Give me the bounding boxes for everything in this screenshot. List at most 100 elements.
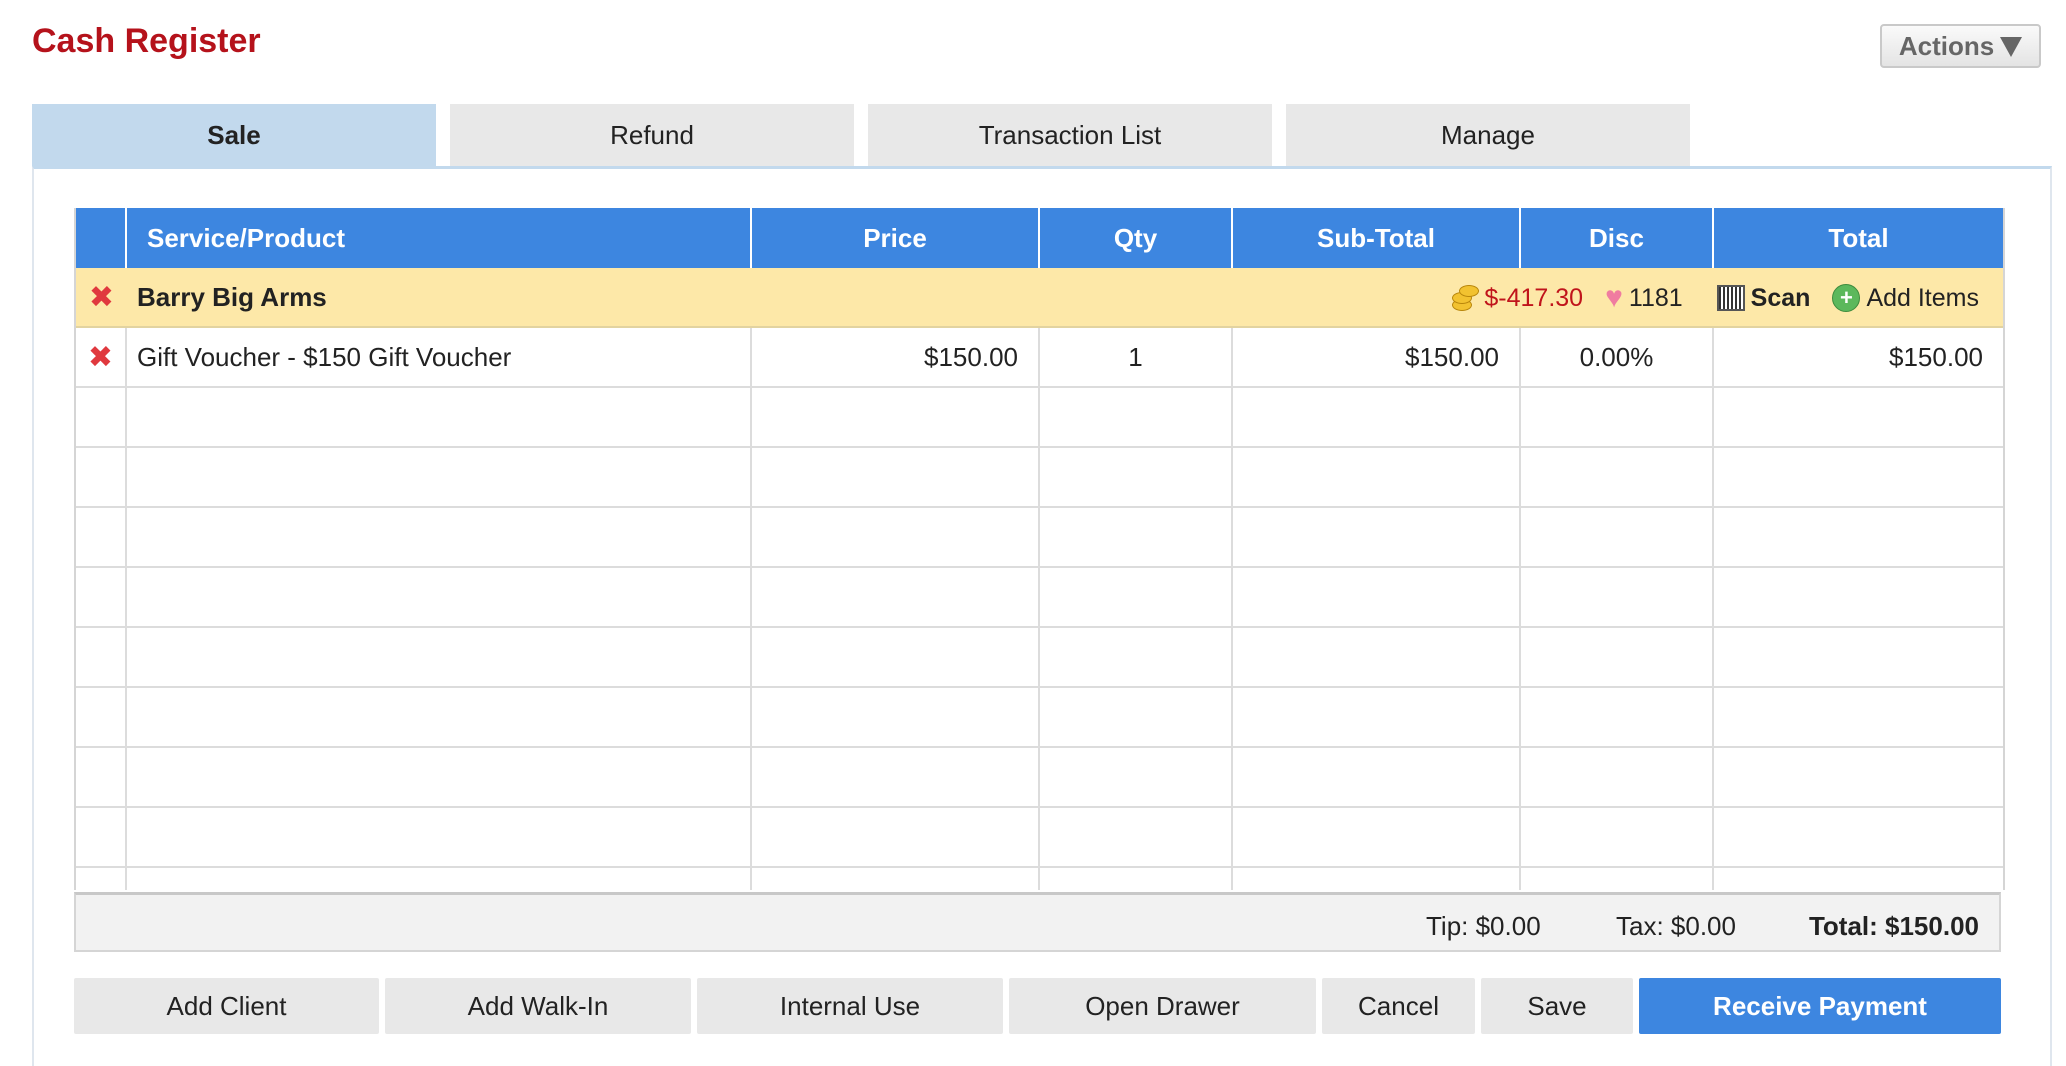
empty-cell xyxy=(127,628,752,686)
empty-cell xyxy=(1040,448,1233,506)
coins-icon xyxy=(1450,283,1480,313)
empty-cell xyxy=(1040,628,1233,686)
empty-cell xyxy=(127,868,752,890)
empty-cell xyxy=(1521,448,1714,506)
receive-payment-button[interactable]: Receive Payment xyxy=(1639,978,2001,1034)
empty-cell xyxy=(752,508,1040,566)
empty-cell xyxy=(127,388,752,446)
empty-cell xyxy=(127,448,752,506)
empty-cell xyxy=(76,808,127,866)
empty-cell xyxy=(1040,868,1233,890)
empty-cell xyxy=(1521,568,1714,626)
client-row: ✖ Barry Big Arms $-417.30 ♥ 1181 Scan + … xyxy=(76,268,2003,328)
empty-cell xyxy=(1714,508,2003,566)
empty-table-row xyxy=(76,748,2003,808)
scan-label: Scan xyxy=(1750,283,1811,312)
client-name[interactable]: Barry Big Arms xyxy=(127,282,327,313)
empty-table-row xyxy=(76,568,2003,628)
empty-cell xyxy=(76,628,127,686)
empty-cell xyxy=(752,688,1040,746)
actions-button[interactable]: Actions xyxy=(1880,24,2041,68)
actions-label: Actions xyxy=(1898,30,1995,61)
empty-cell xyxy=(76,868,127,890)
empty-cell xyxy=(1040,688,1233,746)
empty-table-row xyxy=(76,508,2003,568)
save-button[interactable]: Save xyxy=(1481,978,1633,1034)
tip-total: Tip: $0.00 xyxy=(1426,911,1541,941)
empty-cell xyxy=(752,808,1040,866)
empty-cell xyxy=(76,388,127,446)
empty-cell xyxy=(1521,508,1714,566)
scan-button[interactable]: Scan xyxy=(1716,283,1811,313)
empty-cell xyxy=(1714,808,2003,866)
empty-cell xyxy=(1233,448,1521,506)
client-balance[interactable]: $-417.30 xyxy=(1450,283,1583,313)
empty-table-row xyxy=(76,688,2003,748)
grand-total: Total: $150.00 xyxy=(1808,911,1979,941)
empty-cell xyxy=(1040,388,1233,446)
empty-cell xyxy=(1233,508,1521,566)
page-title: Cash Register xyxy=(32,22,261,60)
empty-cell xyxy=(1040,808,1233,866)
empty-cell xyxy=(1233,748,1521,806)
header-price: Price xyxy=(752,208,1040,268)
empty-cell xyxy=(76,688,127,746)
add-client-button[interactable]: Add Client xyxy=(74,978,379,1034)
header-total: Total xyxy=(1828,222,1889,253)
client-points[interactable]: ♥ 1181 xyxy=(1605,283,1683,313)
empty-cell xyxy=(752,748,1040,806)
empty-cell xyxy=(1521,808,1714,866)
internal-use-button[interactable]: Internal Use xyxy=(697,978,1003,1034)
empty-table-row xyxy=(76,388,2003,448)
balance-value: $-417.30 xyxy=(1484,283,1584,312)
empty-cell xyxy=(752,568,1040,626)
open-drawer-button[interactable]: Open Drawer xyxy=(1009,978,1316,1034)
empty-cell xyxy=(1521,388,1714,446)
remove-client-icon[interactable]: ✖ xyxy=(76,280,127,315)
tab-manage[interactable]: Manage xyxy=(1286,104,1690,166)
header-subtotal: Sub-Total xyxy=(1233,208,1521,268)
empty-cell xyxy=(127,568,752,626)
table-row: ✖ Gift Voucher - $150 Gift Voucher $150.… xyxy=(76,328,2003,388)
item-product[interactable]: Gift Voucher - $150 Gift Voucher xyxy=(127,328,752,386)
heart-icon: ♥ xyxy=(1605,281,1623,314)
header-remove-col xyxy=(76,208,127,268)
empty-cell xyxy=(1714,868,2003,890)
remove-item-icon[interactable]: ✖ xyxy=(76,328,127,386)
empty-cell xyxy=(127,688,752,746)
empty-cell xyxy=(127,808,752,866)
tab-sale[interactable]: Sale xyxy=(32,104,436,166)
totals-bar: Tip: $0.00 Tax: $0.00 Total: $150.00 xyxy=(74,892,2001,952)
add-items-button[interactable]: + Add Items xyxy=(1832,284,1979,313)
empty-cell xyxy=(127,508,752,566)
item-price[interactable]: $150.00 xyxy=(752,328,1040,386)
cancel-button[interactable]: Cancel xyxy=(1322,978,1475,1034)
empty-cell xyxy=(1233,568,1521,626)
table-header: Service/Product Price Qty Sub-Total Disc… xyxy=(76,208,2003,268)
empty-cell xyxy=(1521,748,1714,806)
tab-refund[interactable]: Refund xyxy=(450,104,854,166)
empty-cell xyxy=(1233,628,1521,686)
empty-cell xyxy=(1521,628,1714,686)
add-walkin-button[interactable]: Add Walk-In xyxy=(385,978,691,1034)
empty-table-row xyxy=(76,808,2003,868)
empty-cell xyxy=(1714,568,2003,626)
item-disc[interactable]: 0.00% xyxy=(1521,328,1714,386)
item-total: $150.00 xyxy=(1889,341,1983,372)
empty-cell xyxy=(1521,688,1714,746)
empty-cell xyxy=(752,448,1040,506)
item-subtotal: $150.00 xyxy=(1233,328,1521,386)
tab-transaction-list[interactable]: Transaction List xyxy=(868,104,1272,166)
plus-circle-icon: + xyxy=(1832,284,1861,312)
empty-cell xyxy=(752,868,1040,890)
add-items-label: Add Items xyxy=(1866,283,1979,312)
empty-cell xyxy=(752,628,1040,686)
empty-table-row xyxy=(76,628,2003,688)
empty-cell xyxy=(1714,388,2003,446)
points-value: 1181 xyxy=(1628,283,1683,312)
barcode-icon xyxy=(1716,285,1745,311)
empty-table-row xyxy=(76,448,2003,508)
empty-cell xyxy=(127,748,752,806)
item-qty[interactable]: 1 xyxy=(1040,328,1233,386)
header-disc: Disc xyxy=(1521,208,1714,268)
